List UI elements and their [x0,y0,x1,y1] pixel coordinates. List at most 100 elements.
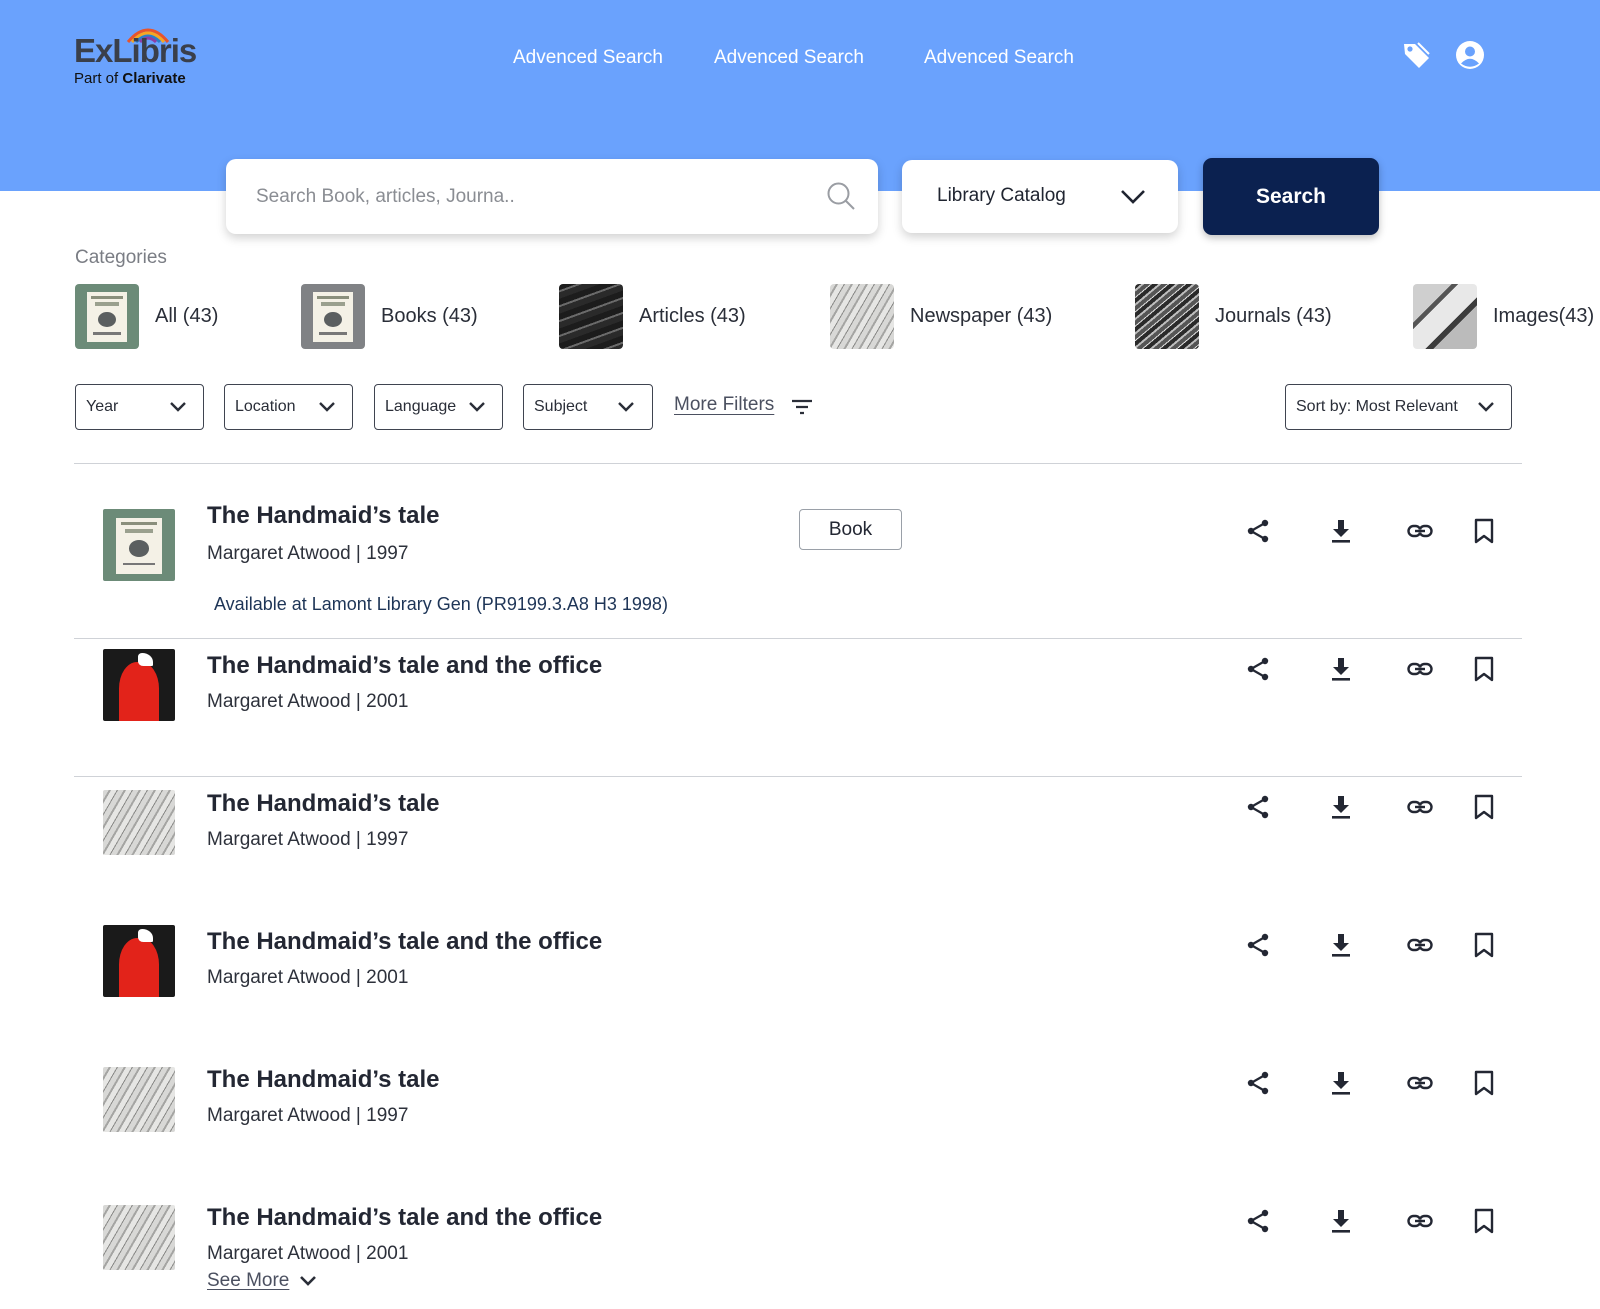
category-books-label: Books (43) [381,305,478,327]
share-icon[interactable] [1244,517,1272,545]
category-journals[interactable]: Journals (43) [1135,284,1332,349]
link-icon[interactable] [1406,1207,1434,1235]
result-author-year: Margaret Atwood | 2001 [207,691,409,712]
search-scope-dropdown[interactable]: Library Catalog [902,160,1178,233]
filter-subject-label: Subject [534,398,588,415]
share-icon[interactable] [1244,1207,1272,1235]
result-availability[interactable]: Available at Lamont Library Gen (PR9199.… [214,594,668,615]
nav-link-advanced-search-2[interactable]: Advenced Search [714,47,864,69]
result-thumbnail[interactable] [103,925,175,997]
category-images-label: Images(43) [1493,305,1595,327]
result-title[interactable]: The Handmaid’s tale and the office [207,652,602,680]
sort-dropdown[interactable]: Sort by: Most Relevant [1285,384,1512,430]
category-images[interactable]: Images(43) [1413,284,1594,349]
user-account-icon[interactable] [1455,40,1485,70]
share-icon[interactable] [1244,655,1272,683]
result-author-year: Margaret Atwood | 2001 [207,967,409,988]
download-icon[interactable] [1327,517,1355,545]
result-author-year: Margaret Atwood | 1997 [207,1105,409,1126]
result-thumbnail[interactable] [103,509,175,581]
category-newspaper[interactable]: Newspaper (43) [830,284,1052,349]
bookmark-icon[interactable] [1470,1207,1498,1235]
result-thumbnail[interactable] [103,649,175,721]
logo-tagline-brand: Clarivate [122,70,186,87]
result-thumbnail[interactable] [103,1205,175,1270]
filter-year-label: Year [86,398,119,415]
category-articles[interactable]: Articles (43) [559,284,746,349]
bookmark-icon[interactable] [1470,655,1498,683]
result-thumbnail[interactable] [103,1067,175,1132]
result-author-year: Margaret Atwood | 1997 [207,543,409,564]
category-all-thumbnail [75,284,139,349]
chevron-down-icon [1478,402,1494,412]
sort-label: Sort by: Most Relevant [1296,398,1458,415]
logo-tagline-prefix: Part of [74,70,119,87]
share-icon[interactable] [1244,931,1272,959]
logo-wordmark: ExLibris [74,32,197,69]
more-filters-link[interactable]: More Filters [674,394,774,416]
download-icon[interactable] [1327,931,1355,959]
search-input[interactable] [256,181,816,213]
download-icon[interactable] [1327,655,1355,683]
result-title[interactable]: The Handmaid’s tale [207,1066,440,1094]
result-author-year: Margaret Atwood | 2001 [207,1243,409,1264]
logo-tagline: Part of Clarivate [74,70,186,87]
result-title[interactable]: The Handmaid’s tale [207,790,440,818]
bookmark-icon[interactable] [1470,793,1498,821]
result-type-badge: Book [799,509,902,550]
bookmark-icon[interactable] [1470,1069,1498,1097]
filter-language-dropdown[interactable]: Language [374,384,503,430]
category-articles-label: Articles (43) [639,305,746,327]
category-books-thumbnail [301,284,365,349]
share-icon[interactable] [1244,793,1272,821]
download-icon[interactable] [1327,793,1355,821]
nav-link-advanced-search-3[interactable]: Advenced Search [924,47,1074,69]
share-icon[interactable] [1244,1069,1272,1097]
result-thumbnail[interactable] [103,790,175,855]
search-button[interactable]: Search [1203,158,1379,235]
download-icon[interactable] [1327,1069,1355,1097]
link-icon[interactable] [1406,655,1434,683]
search-icon[interactable] [826,181,856,211]
chevron-down-icon [1121,190,1145,204]
nav-link-advanced-search-1[interactable]: Advenced Search [513,47,663,69]
search-box [226,159,878,234]
download-icon[interactable] [1327,1207,1355,1235]
category-articles-thumbnail [559,284,623,349]
link-icon[interactable] [1406,517,1434,545]
category-all[interactable]: All (43) [75,284,218,349]
category-newspaper-thumbnail [830,284,894,349]
tag-icon[interactable] [1401,40,1431,70]
see-more-link[interactable]: See More [207,1270,289,1292]
result-divider [74,638,1522,639]
chevron-down-icon [618,402,634,412]
result-title[interactable]: The Handmaid’s tale [207,502,440,530]
filter-subject-dropdown[interactable]: Subject [523,384,653,430]
filter-language-label: Language [385,398,457,415]
chevron-down-icon [319,402,335,412]
result-title[interactable]: The Handmaid’s tale and the office [207,928,602,956]
results-top-divider [74,463,1522,464]
chevron-down-icon [170,402,186,412]
category-newspaper-label: Newspaper (43) [910,305,1053,327]
result-title[interactable]: The Handmaid’s tale and the office [207,1204,602,1232]
categories-heading: Categories [75,247,167,268]
result-author-year: Margaret Atwood | 1997 [207,829,409,850]
filter-location-dropdown[interactable]: Location [224,384,353,430]
category-all-label: All (43) [155,305,219,327]
category-journals-label: Journals (43) [1215,305,1332,327]
filter-lines-icon[interactable] [791,398,813,416]
filter-year-dropdown[interactable]: Year [75,384,204,430]
link-icon[interactable] [1406,1069,1434,1097]
chevron-down-icon[interactable] [298,1273,318,1289]
link-icon[interactable] [1406,793,1434,821]
search-scope-label: Library Catalog [937,185,1066,206]
category-images-thumbnail [1413,284,1477,349]
bookmark-icon[interactable] [1470,931,1498,959]
link-icon[interactable] [1406,931,1434,959]
category-books[interactable]: Books (43) [301,284,478,349]
filter-location-label: Location [235,398,296,415]
chevron-down-icon [469,402,485,412]
exlibris-logo[interactable]: ExLibris Part of Clarivate [74,24,204,90]
bookmark-icon[interactable] [1470,517,1498,545]
